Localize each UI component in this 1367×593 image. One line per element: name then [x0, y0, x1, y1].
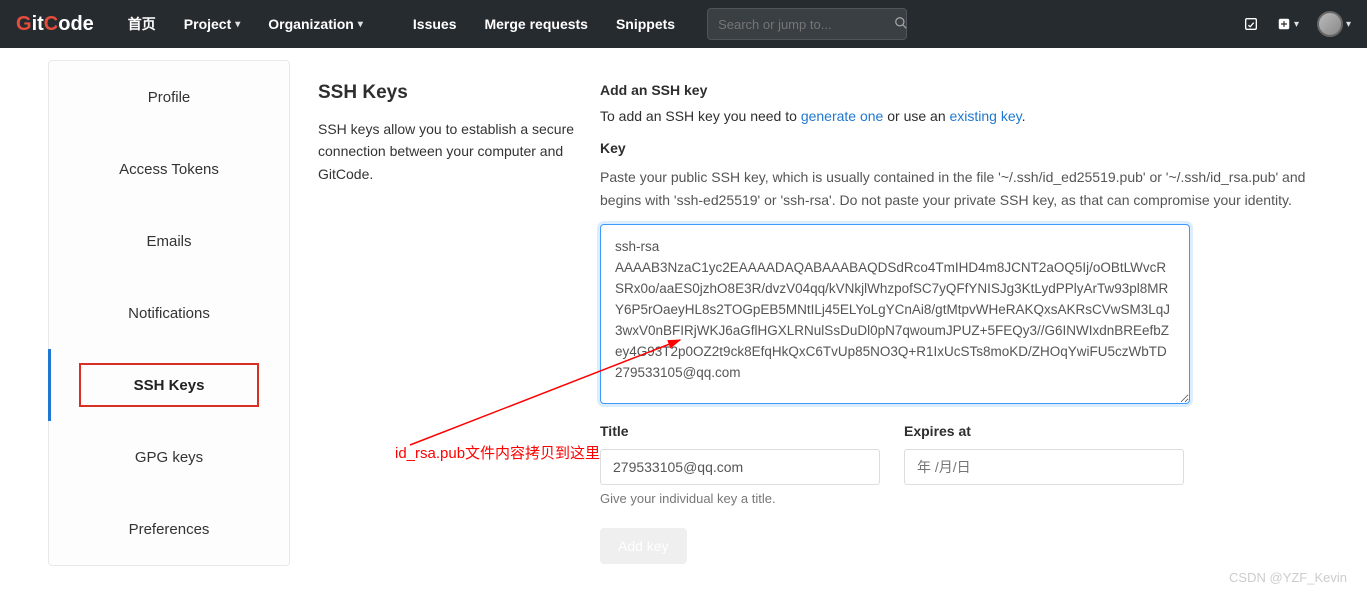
- nav-organization[interactable]: Organization ▾: [254, 16, 377, 32]
- section-description: SSH Keys SSH keys allow you to establish…: [290, 60, 600, 566]
- title-tip: Give your individual key a title.: [600, 491, 880, 506]
- nav-right: ▾ ▾: [1243, 11, 1351, 37]
- highlight-annotation: [79, 363, 259, 407]
- title-input[interactable]: [600, 449, 880, 485]
- edit-icon[interactable]: [1243, 16, 1259, 32]
- expires-input[interactable]: [904, 449, 1184, 485]
- title-label: Title: [600, 423, 880, 439]
- nav-project[interactable]: Project ▾: [170, 16, 255, 32]
- user-menu[interactable]: ▾: [1317, 11, 1351, 37]
- page-title: SSH Keys: [318, 82, 580, 104]
- key-help-text: Paste your public SSH key, which is usua…: [600, 166, 1307, 212]
- nav-issues[interactable]: Issues: [399, 16, 471, 32]
- generate-link[interactable]: generate one: [801, 108, 884, 124]
- expires-label: Expires at: [904, 423, 1184, 439]
- plus-icon[interactable]: ▾: [1277, 17, 1299, 31]
- settings-sidebar: Profile Access Tokens Emails Notificatio…: [0, 60, 290, 566]
- top-nav: GitCode 首页 Project ▾ Organization ▾ Issues…: [0, 0, 1367, 48]
- page-description: SSH keys allow you to establish a secure…: [318, 118, 580, 185]
- sidebar-item-notifications[interactable]: Notifications: [49, 277, 289, 349]
- nav-org-label: Organization: [268, 16, 354, 32]
- search-icon: [894, 16, 908, 33]
- active-indicator: [48, 349, 51, 421]
- add-key-heading: Add an SSH key: [600, 82, 1307, 98]
- add-key-button[interactable]: Add key: [600, 528, 687, 564]
- avatar: [1317, 11, 1343, 37]
- nav-project-label: Project: [184, 16, 231, 32]
- sidebar-item-preferences[interactable]: Preferences: [49, 493, 289, 565]
- sidebar-item-gpg-keys[interactable]: GPG keys: [49, 421, 289, 493]
- sidebar-item-profile[interactable]: Profile: [49, 61, 289, 133]
- chevron-down-icon: ▾: [358, 19, 363, 30]
- brand-logo[interactable]: GitCode: [16, 13, 94, 36]
- watermark: CSDN @YZF_Kevin: [1229, 570, 1347, 585]
- sidebar-item-emails[interactable]: Emails: [49, 205, 289, 277]
- key-label: Key: [600, 140, 1307, 156]
- chevron-down-icon: ▾: [235, 19, 240, 30]
- nav-merge-requests[interactable]: Merge requests: [470, 16, 601, 32]
- page-body: Profile Access Tokens Emails Notificatio…: [0, 48, 1367, 566]
- existing-key-link[interactable]: existing key: [950, 108, 1022, 124]
- sidebar-item-access-tokens[interactable]: Access Tokens: [49, 133, 289, 205]
- add-key-form: Add an SSH key To add an SSH key you nee…: [600, 60, 1367, 566]
- nav-snippets[interactable]: Snippets: [602, 16, 689, 32]
- key-textarea[interactable]: [600, 224, 1190, 404]
- search-input[interactable]: [718, 17, 894, 32]
- sidebar-item-ssh-keys[interactable]: SSH Keys: [49, 349, 289, 421]
- nav-home[interactable]: 首页: [114, 14, 170, 34]
- search-box[interactable]: [707, 8, 907, 40]
- add-key-help: To add an SSH key you need to generate o…: [600, 108, 1026, 124]
